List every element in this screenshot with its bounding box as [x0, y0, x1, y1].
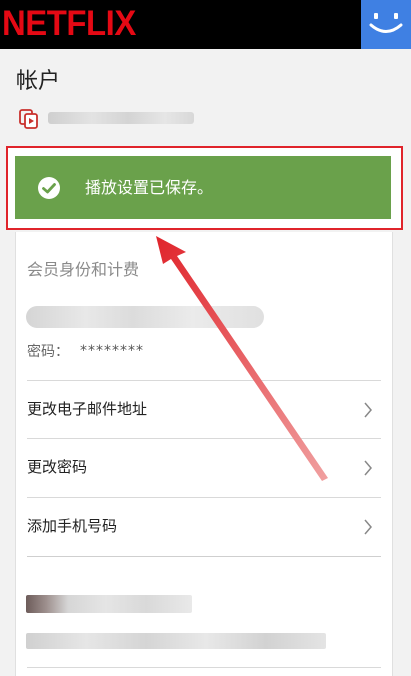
section-divider [27, 556, 381, 557]
success-toast: 播放设置已保存。 [15, 156, 391, 219]
page-title: 帐户 [16, 69, 61, 94]
member-since-blurred [48, 112, 194, 124]
member-since-icon [19, 109, 38, 129]
payment-blurred [26, 595, 192, 613]
change-email-row[interactable]: 更改电子邮件地址 [27, 380, 381, 438]
change-email-label: 更改电子邮件地址 [27, 400, 148, 418]
billing-blurred [26, 633, 326, 649]
chevron-right-icon [364, 402, 372, 418]
password-label: 密码： [27, 344, 69, 360]
add-phone-label: 添加手机号码 [27, 517, 118, 535]
membership-heading: 会员身份和计费 [27, 260, 140, 279]
change-password-label: 更改密码 [27, 458, 88, 476]
change-password-row[interactable]: 更改密码 [27, 438, 381, 496]
netflix-logo[interactable]: NETFLIX [2, 3, 136, 45]
add-phone-row[interactable]: 添加手机号码 [27, 497, 381, 555]
chevron-right-icon [364, 519, 372, 535]
password-value: ******** [80, 343, 144, 359]
chevron-right-icon [364, 460, 372, 476]
row-divider [27, 667, 381, 668]
toast-message: 播放设置已保存。 [85, 178, 214, 197]
email-blurred [26, 306, 264, 328]
profile-avatar[interactable] [361, 0, 411, 49]
smiley-icon [361, 0, 411, 49]
top-bar: NETFLIX [0, 0, 411, 49]
check-circle-icon [38, 177, 60, 199]
